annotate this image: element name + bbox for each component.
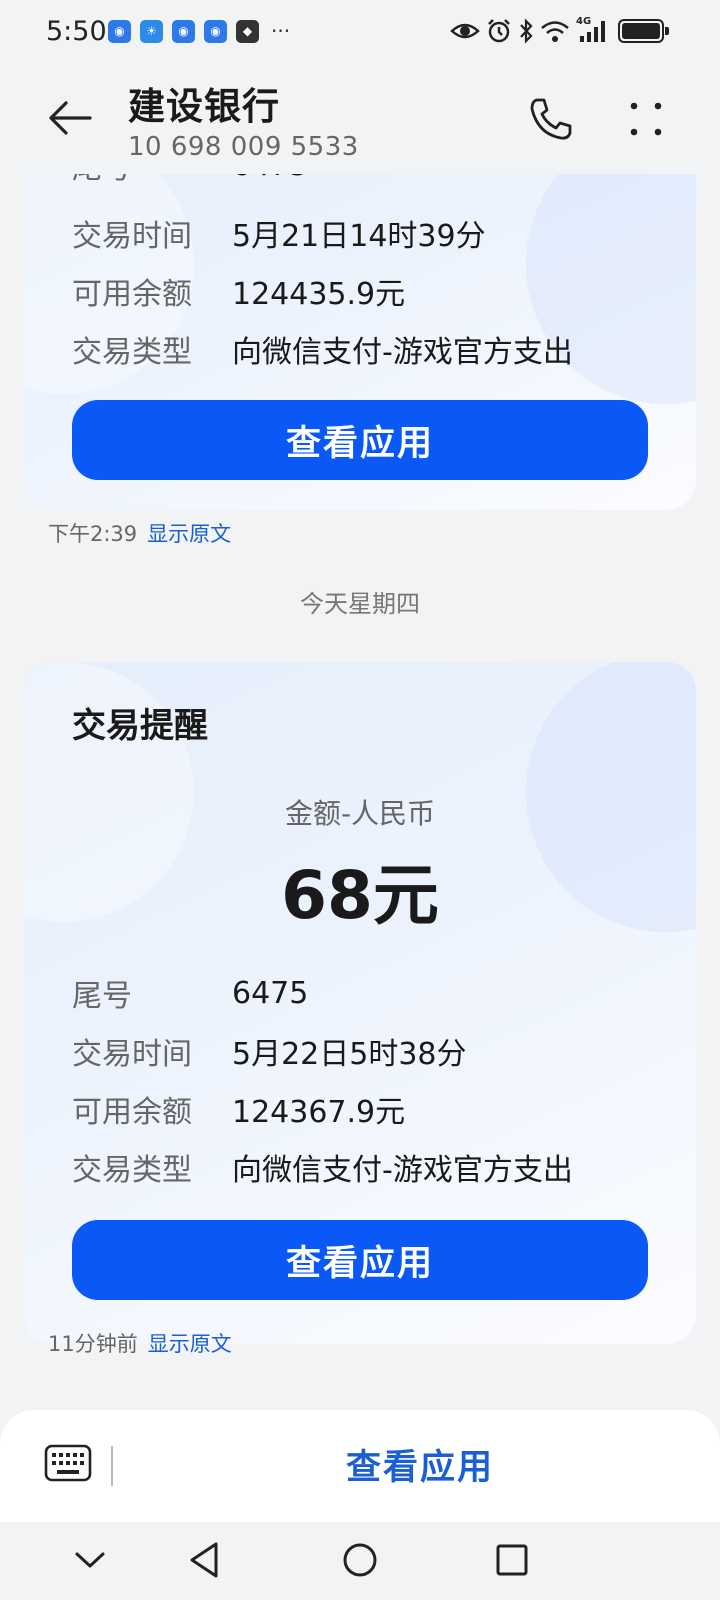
field-value: 124435.9元 xyxy=(232,277,406,312)
more-options-icon[interactable] xyxy=(628,100,664,140)
message-meta: 11分钟前 显示原文 xyxy=(48,1328,232,1358)
field-label: 可用余额 xyxy=(72,1095,192,1130)
home-circle-icon[interactable] xyxy=(336,1536,384,1584)
battery-icon xyxy=(618,19,669,43)
field-value: 向微信支付-游戏官方支出 xyxy=(232,335,573,370)
message-card: 尾号 6475 交易时间 5月21日14时39分 可用余额 124435.9元 … xyxy=(24,174,696,510)
field-row: 尾号 6475 xyxy=(72,174,308,188)
more-notifications-icon: ··· xyxy=(271,19,291,43)
message-thread[interactable]: 尾号 6475 交易时间 5月21日14时39分 可用余额 124435.9元 … xyxy=(0,174,720,1410)
field-row: 可用余额 124367.9元 xyxy=(72,1086,405,1132)
back-arrow-icon[interactable] xyxy=(46,94,94,142)
field-value: 124367.9元 xyxy=(232,1095,406,1130)
phone-icon[interactable] xyxy=(528,96,574,142)
eye-icon xyxy=(450,23,480,39)
show-original-link[interactable]: 显示原文 xyxy=(148,1328,232,1358)
cellular-signal-icon: 4G xyxy=(576,16,612,44)
field-value: 6475 xyxy=(232,975,309,1011)
status-time: 5:50 xyxy=(46,16,107,47)
game-app-icon: ◉ xyxy=(108,19,131,43)
field-label: 交易类型 xyxy=(72,1153,192,1188)
game-app-icon-4: ◆ xyxy=(236,19,259,43)
card-title: 交易提醒 xyxy=(72,706,208,746)
back-triangle-icon[interactable] xyxy=(182,1536,230,1584)
game-app-icon-3: ◉ xyxy=(204,19,227,43)
field-value: 向微信支付-游戏官方支出 xyxy=(232,1153,573,1188)
field-row: 尾号 6475 xyxy=(72,970,308,1016)
field-label: 可用余额 xyxy=(72,277,192,312)
divider xyxy=(111,1446,113,1486)
amount-value: 68元 xyxy=(281,857,439,934)
view-app-button[interactable]: 查看应用 xyxy=(72,1220,648,1300)
conversation-header: 建设银行 10 698 009 5533 xyxy=(0,62,720,174)
bluetooth-icon xyxy=(520,18,533,44)
field-label: 尾号 xyxy=(72,174,232,187)
field-label: 交易时间 xyxy=(72,1037,192,1072)
reply-bar: 查看应用 xyxy=(0,1410,720,1522)
show-original-link[interactable]: 显示原文 xyxy=(147,518,231,548)
field-row: 交易时间 5月21日14时39分 xyxy=(72,210,486,256)
notification-icons: ◉ ☀ ◉ ◉ ◆ ··· xyxy=(108,19,290,43)
field-label: 交易时间 xyxy=(72,219,192,254)
sender-number: 10 698 009 5533 xyxy=(128,132,359,162)
amount-label: 金额-人民币 xyxy=(284,797,436,830)
field-row: 交易类型 向微信支付-游戏官方支出 xyxy=(72,326,573,372)
field-row: 可用余额 124435.9元 xyxy=(72,268,405,314)
view-app-button[interactable]: 查看应用 xyxy=(72,400,648,480)
recents-square-icon[interactable] xyxy=(488,1536,536,1584)
message-time: 下午2:39 xyxy=(48,522,138,546)
field-value: 5月21日14时39分 xyxy=(232,219,486,254)
quick-reply-button[interactable]: 查看应用 xyxy=(260,1432,580,1496)
message-card: 交易提醒 金额-人民币 68元 尾号 6475 交易时间 5月22日5时38分 … xyxy=(24,662,696,1344)
keyboard-icon[interactable] xyxy=(44,1444,92,1482)
system-status-icons: 4G xyxy=(450,16,669,44)
field-value: 5月22日5时38分 xyxy=(232,1037,467,1072)
sender-name: 建设银行 xyxy=(128,85,280,128)
game-app-icon-2: ◉ xyxy=(172,19,195,43)
weather-app-icon: ☀ xyxy=(140,19,163,43)
status-bar: 5:50 ◉ ☀ ◉ ◉ ◆ ··· 4G xyxy=(0,0,720,62)
field-row: 交易时间 5月22日5时38分 xyxy=(72,1028,467,1074)
field-label: 尾号 xyxy=(72,979,132,1014)
system-navigation-bar xyxy=(0,1522,720,1600)
alarm-icon xyxy=(488,19,510,43)
message-time: 11分钟前 xyxy=(48,1332,138,1356)
field-value: 6475 xyxy=(232,174,308,183)
field-label: 交易类型 xyxy=(72,335,192,370)
message-meta: 下午2:39 显示原文 xyxy=(48,518,231,548)
date-separator: 今天星期四 xyxy=(300,590,420,618)
wifi-icon xyxy=(541,21,569,42)
chevron-down-icon[interactable] xyxy=(66,1536,114,1584)
field-row: 交易类型 向微信支付-游戏官方支出 xyxy=(72,1144,573,1190)
